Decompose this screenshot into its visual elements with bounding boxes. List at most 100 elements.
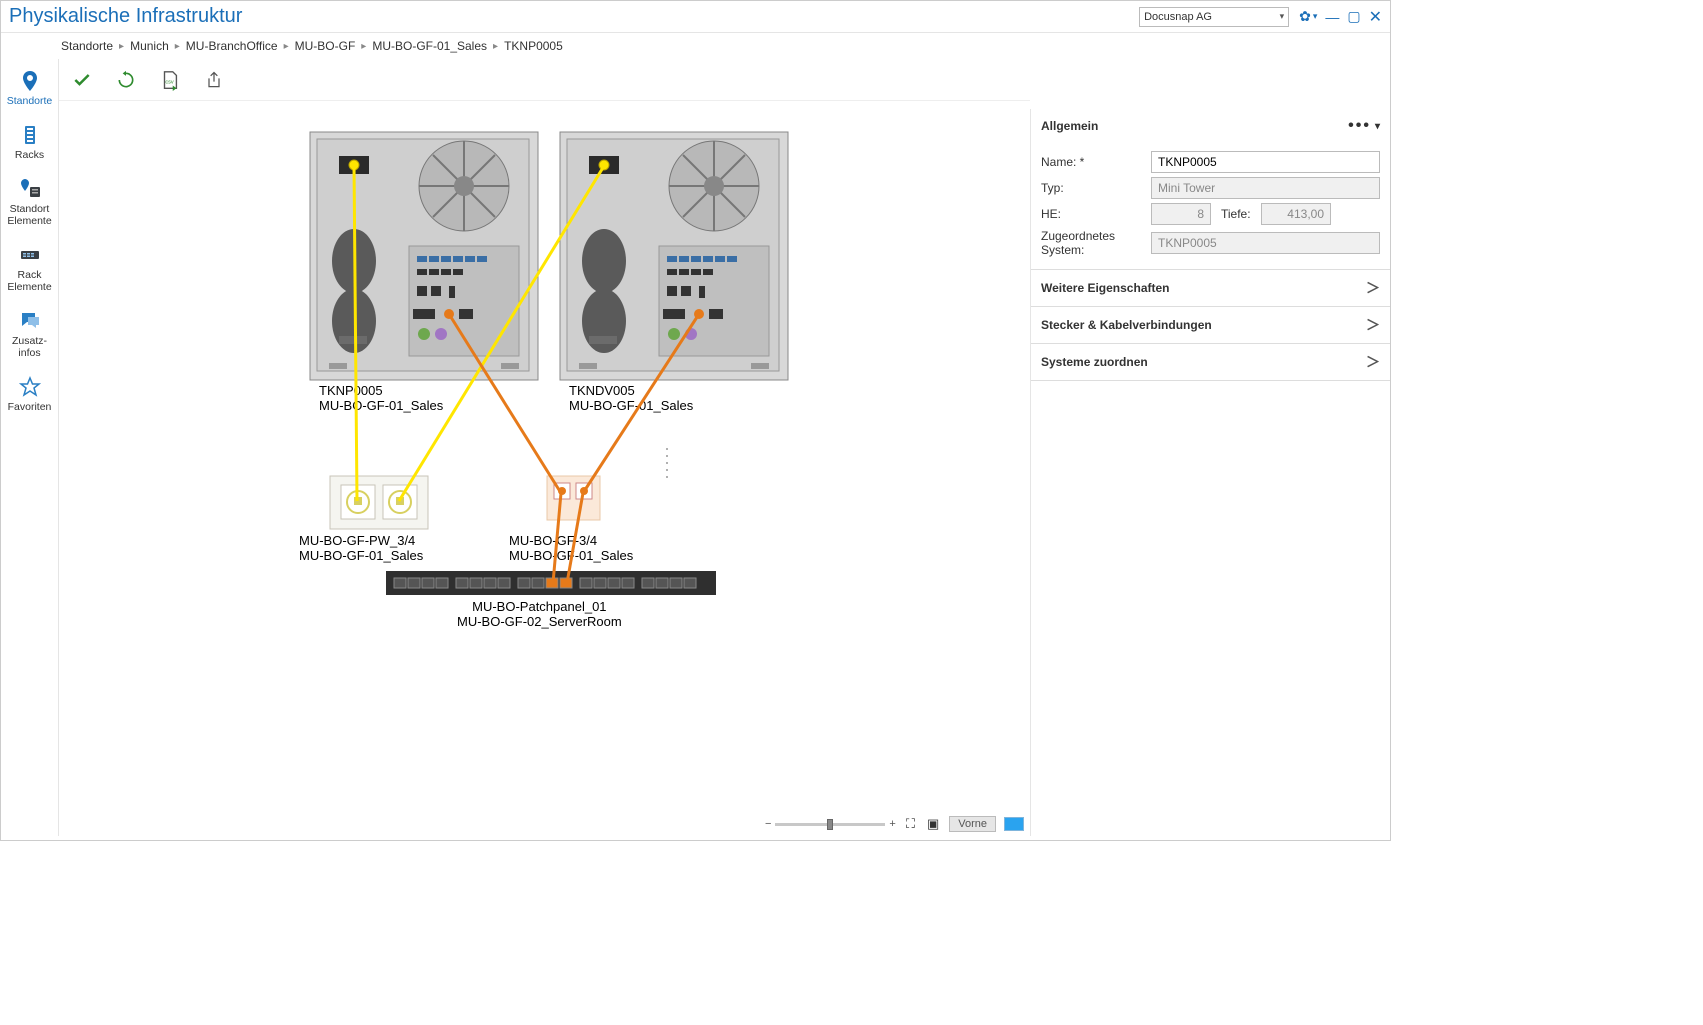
sidebar-item-extra-info[interactable]: Zusatz-infos bbox=[1, 303, 58, 369]
sidebar-item-favorites[interactable]: Favoriten bbox=[1, 369, 58, 423]
breadcrumb-item[interactable]: MU-BranchOffice bbox=[186, 39, 278, 53]
star-icon bbox=[18, 375, 42, 399]
chevron-down-icon: ▾ bbox=[1280, 11, 1285, 22]
sidebar-item-location-elements[interactable]: Standort Elemente bbox=[1, 171, 58, 237]
minimize-button[interactable]: — bbox=[1325, 9, 1339, 25]
chevron-right-icon: ▸ bbox=[119, 41, 124, 52]
refresh-icon bbox=[116, 70, 136, 90]
window-buttons: ✿ ▾ — ▢ ✕ bbox=[1299, 7, 1382, 27]
section-title: Systeme zuordnen bbox=[1041, 355, 1148, 369]
sidebar: Standorte Racks Standort Elemente Rack E… bbox=[1, 59, 59, 836]
section-header-connectors[interactable]: Stecker & Kabelverbindungen ＞ bbox=[1031, 307, 1390, 343]
chevron-down-icon: ▾ bbox=[1313, 11, 1318, 22]
sidebar-item-label: Racks bbox=[15, 149, 44, 161]
breadcrumb-item[interactable]: TKNP0005 bbox=[504, 39, 563, 53]
breadcrumb-item[interactable]: Standorte bbox=[61, 39, 113, 53]
zoom-control[interactable]: − + bbox=[765, 818, 896, 830]
chevron-right-icon: ▸ bbox=[284, 41, 289, 52]
toolbar: csv bbox=[59, 59, 1030, 101]
sidebar-item-label: Standort Elemente bbox=[7, 203, 51, 227]
field-label: Typ: bbox=[1041, 181, 1151, 195]
organization-label: Docusnap AG bbox=[1144, 11, 1212, 23]
assigned-system-input bbox=[1151, 232, 1380, 254]
properties-panel: Allgemein ••• ▾ Name: * Typ: bbox=[1030, 109, 1390, 836]
breadcrumb-item[interactable]: MU-BO-GF bbox=[295, 39, 356, 53]
device-label: TKNP0005 MU-BO-GF-01_Sales bbox=[319, 383, 443, 413]
organization-dropdown[interactable]: Docusnap AG ▾ bbox=[1139, 7, 1289, 27]
share-icon bbox=[204, 70, 224, 90]
close-button[interactable]: ✕ bbox=[1369, 7, 1382, 27]
diagram-canvas[interactable]: TKNP0005 MU-BO-GF-01_Sales TKNDV005 MU-B… bbox=[59, 101, 1030, 836]
main-area: csv bbox=[59, 59, 1030, 836]
section-header-general[interactable]: Allgemein ••• ▾ bbox=[1031, 109, 1390, 143]
gear-icon: ✿ bbox=[1299, 8, 1311, 25]
sidebar-item-label: Rack Elemente bbox=[7, 269, 51, 293]
device-label: TKNDV005 MU-BO-GF-01_Sales bbox=[569, 383, 693, 413]
fit-page-icon[interactable]: ▣ bbox=[925, 816, 941, 832]
speech-bubble-icon bbox=[18, 309, 42, 333]
field-label: Zugeordnetes System: bbox=[1041, 229, 1151, 257]
wall-jack-icon bbox=[546, 475, 601, 530]
jack-label: MU-BO-GF-PW_3/4 MU-BO-GF-01_Sales bbox=[299, 533, 423, 563]
section-header-assign-systems[interactable]: Systeme zuordnen ＞ bbox=[1031, 344, 1390, 380]
depth-input bbox=[1261, 203, 1331, 225]
location-pin-icon bbox=[18, 69, 42, 93]
patchpanel-label: MU-BO-Patchpanel_01 MU-BO-GF-02_ServerRo… bbox=[457, 599, 622, 629]
name-input[interactable] bbox=[1151, 151, 1380, 173]
section-title: Weitere Eigenschaften bbox=[1041, 281, 1169, 295]
section-title: Stecker & Kabelverbindungen bbox=[1041, 318, 1212, 332]
body: Standorte Racks Standort Elemente Rack E… bbox=[1, 59, 1390, 836]
zoom-out-icon[interactable]: − bbox=[765, 818, 771, 830]
splitter-grip[interactable] bbox=[664, 448, 670, 478]
patchpanel[interactable] bbox=[386, 571, 716, 598]
chevron-right-icon: ▸ bbox=[175, 41, 180, 52]
patchpanel-icon bbox=[386, 571, 716, 595]
apply-button[interactable] bbox=[69, 67, 95, 93]
sidebar-item-label: Zusatz-infos bbox=[12, 335, 47, 359]
chevron-down-icon[interactable]: ▾ bbox=[1375, 121, 1380, 132]
tower-icon bbox=[309, 131, 539, 381]
maximize-button[interactable]: ▢ bbox=[1347, 8, 1360, 25]
zoom-slider[interactable] bbox=[775, 823, 885, 826]
chevron-right-icon: ＞ bbox=[1366, 278, 1380, 298]
sidebar-item-locations[interactable]: Standorte bbox=[1, 63, 58, 117]
sidebar-item-label: Favoriten bbox=[8, 401, 52, 413]
sidebar-item-label: Standorte bbox=[7, 95, 53, 107]
csv-icon: csv bbox=[159, 69, 181, 91]
ellipsis-icon[interactable]: ••• bbox=[1348, 117, 1371, 135]
wall-jack-pw[interactable] bbox=[329, 475, 429, 533]
tower-icon bbox=[559, 131, 789, 381]
general-fields: Name: * Typ: HE: Tiefe: Zugeordnet bbox=[1031, 143, 1390, 269]
chevron-right-icon: ＞ bbox=[1366, 352, 1380, 372]
field-label: Name: * bbox=[1041, 155, 1151, 169]
titlebar-right: Docusnap AG ▾ ✿ ▾ — ▢ ✕ bbox=[1139, 7, 1382, 27]
device-pc-tkndv005[interactable] bbox=[559, 131, 789, 384]
section-title: Allgemein bbox=[1041, 119, 1098, 133]
breadcrumb: Standorte ▸ Munich ▸ MU-BranchOffice ▸ MU-B… bbox=[1, 33, 1390, 59]
rack-icon bbox=[18, 123, 42, 147]
bottom-bar: − + ⛶ ▣ Vorne bbox=[765, 816, 1024, 832]
refresh-button[interactable] bbox=[113, 67, 139, 93]
csv-export-button[interactable]: csv bbox=[157, 67, 183, 93]
sidebar-item-racks[interactable]: Racks bbox=[1, 117, 58, 171]
he-input bbox=[1151, 203, 1211, 225]
title-bar: Physikalische Infrastruktur Docusnap AG … bbox=[1, 1, 1390, 33]
section-header-more-properties[interactable]: Weitere Eigenschaften ＞ bbox=[1031, 270, 1390, 306]
chevron-right-icon: ▸ bbox=[361, 41, 366, 52]
type-input bbox=[1151, 177, 1380, 199]
settings-button[interactable]: ✿ ▾ bbox=[1299, 8, 1317, 25]
breadcrumb-item[interactable]: Munich bbox=[130, 39, 169, 53]
fit-width-icon[interactable]: ⛶ bbox=[904, 816, 917, 832]
zoom-in-icon[interactable]: + bbox=[889, 818, 895, 830]
sidebar-item-rack-elements[interactable]: Rack Elemente bbox=[1, 237, 58, 303]
color-swatch[interactable] bbox=[1004, 817, 1024, 831]
device-pc-tknp0005[interactable] bbox=[309, 131, 539, 384]
jack-label: MU-BO-GF-3/4 MU-BO-GF-01_Sales bbox=[509, 533, 633, 563]
field-label: Tiefe: bbox=[1211, 207, 1261, 221]
svg-text:csv: csv bbox=[165, 79, 174, 85]
wall-jack-net[interactable] bbox=[546, 475, 601, 533]
checkmark-icon bbox=[72, 70, 92, 90]
share-button[interactable] bbox=[201, 67, 227, 93]
breadcrumb-item[interactable]: MU-BO-GF-01_Sales bbox=[372, 39, 487, 53]
front-back-toggle[interactable]: Vorne bbox=[949, 816, 996, 832]
